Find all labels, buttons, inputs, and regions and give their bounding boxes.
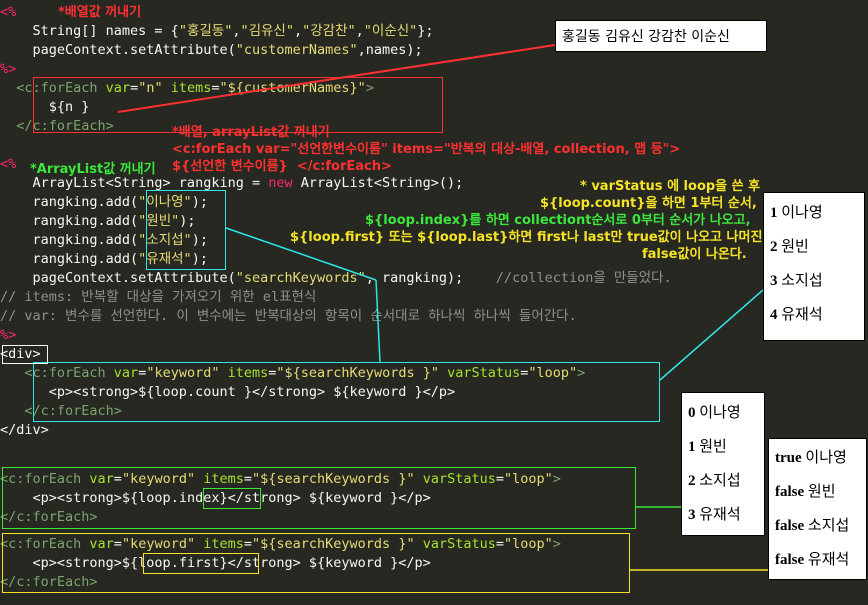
cyan-connector [375, 279, 381, 363]
annotation-varstatus: false값이 나온다. [642, 247, 747, 262]
cyan-connector [659, 289, 764, 381]
red-connector [117, 44, 556, 113]
output-popup-count: 1 이나영 2 원빈 3 소지섭 4 유재석 [763, 192, 865, 341]
output-text: 홍길동 김유신 강감찬 이순신 [562, 29, 730, 45]
annotation-arraylist: *ArrayList값 꺼내기 [30, 162, 156, 177]
output-popup-first: true 이나영 false 원빈 false 소지섭 false 유재석 [768, 438, 867, 580]
output-popup-index: 0 이나영 1 원빈 2 소지섭 3 유재석 [681, 392, 765, 536]
annotation-foreach-syntax2: ${선언한 변수이름} </c:forEach> [172, 159, 392, 174]
annotation-array: *배열값 꺼내기 [58, 5, 142, 20]
output-popup-names: 홍길동 김유신 강감찬 이순신 [555, 20, 767, 52]
